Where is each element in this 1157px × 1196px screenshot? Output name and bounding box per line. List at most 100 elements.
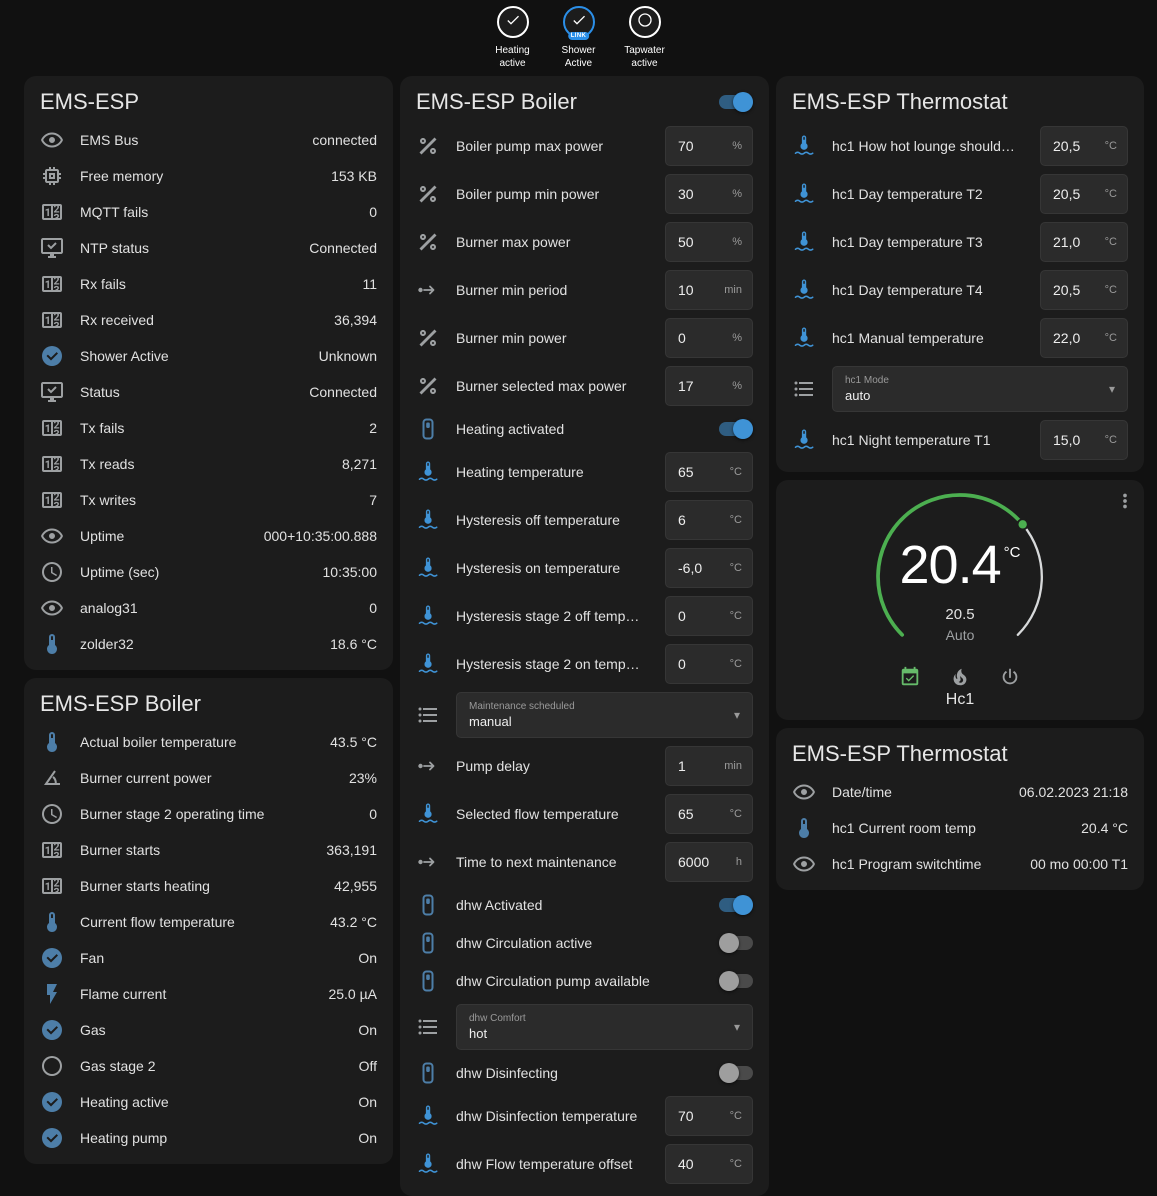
entity-row[interactable]: Rx fails11: [24, 266, 393, 302]
select-value: manual: [469, 714, 575, 729]
entity-row[interactable]: Uptime (sec)10:35:00: [24, 554, 393, 590]
number-input[interactable]: 40°C: [665, 1144, 753, 1184]
chevron-down-icon: ▾: [734, 708, 740, 722]
entity-row[interactable]: NTP statusConnected: [24, 230, 393, 266]
entity-row[interactable]: Burner starts heating42,955: [24, 868, 393, 904]
number-input[interactable]: 65°C: [665, 794, 753, 834]
calendar-check-icon[interactable]: [899, 666, 921, 688]
select-input[interactable]: Maintenance scheduledmanual▾: [456, 692, 753, 738]
entity-row[interactable]: zolder3218.6 °C: [24, 626, 393, 662]
entity-row[interactable]: hc1 Program switchtime00 mo 00:00 T1: [776, 846, 1144, 882]
fire-icon[interactable]: [949, 666, 971, 688]
number-input[interactable]: 65°C: [665, 452, 753, 492]
entity-row[interactable]: Gas stage 2Off: [24, 1048, 393, 1084]
number-input[interactable]: 22,0°C: [1040, 318, 1128, 358]
entity-label: Boiler pump max power: [456, 138, 655, 154]
entity-toggle[interactable]: [719, 422, 753, 436]
badge-row: HeatingactiveLINKShowerActive Tapwateract…: [0, 6, 1157, 70]
card: EMS-ESP BoilerActual boiler temperature4…: [24, 678, 393, 1164]
entity-row[interactable]: EMS Busconnected: [24, 122, 393, 158]
card: EMS-ESP EMS BusconnectedFree memory153 KB…: [24, 76, 393, 670]
entity-row[interactable]: Free memory153 KB: [24, 158, 393, 194]
number-input[interactable]: 20,5°C: [1040, 174, 1128, 214]
number-input[interactable]: 0°C: [665, 644, 753, 684]
badge-shower-active[interactable]: LINKShowerActive: [550, 6, 608, 70]
water-thermometer-icon: [792, 278, 816, 302]
number-value: 10: [678, 282, 694, 298]
entity-value: Connected: [309, 384, 377, 400]
entity-toggle[interactable]: [719, 936, 753, 950]
number-input[interactable]: 70%: [665, 126, 753, 166]
number-input[interactable]: 17%: [665, 366, 753, 406]
entity-row[interactable]: Burner current power23%: [24, 760, 393, 796]
number-input[interactable]: 6000h: [665, 842, 753, 882]
number-input[interactable]: 1min: [665, 746, 753, 786]
number-input[interactable]: 20,5°C: [1040, 270, 1128, 310]
entity-row[interactable]: Flame current25.0 µA: [24, 976, 393, 1012]
badge-heating-active[interactable]: Heatingactive: [484, 6, 542, 70]
entity-row[interactable]: hc1 Current room temp20.4 °C: [776, 810, 1144, 846]
entity-row[interactable]: Uptime000+10:35:00.888: [24, 518, 393, 554]
entity-label: Hysteresis on temperature: [456, 560, 655, 576]
select-input[interactable]: dhw Comforthot▾: [456, 1004, 753, 1050]
entity-row[interactable]: Rx received36,394: [24, 302, 393, 338]
number-input[interactable]: 20,5°C: [1040, 126, 1128, 166]
entity-toggle[interactable]: [719, 1066, 753, 1080]
number-input[interactable]: 0%: [665, 318, 753, 358]
badge-label: Tapwateractive: [624, 45, 665, 70]
number-input[interactable]: 30%: [665, 174, 753, 214]
thermostat-name: Hc1: [776, 691, 1144, 709]
number-input[interactable]: 50%: [665, 222, 753, 262]
number-unit: °C: [1105, 284, 1117, 296]
entity-row[interactable]: Tx fails2: [24, 410, 393, 446]
entity-row[interactable]: Date/time06.02.2023 21:18: [776, 774, 1144, 810]
list-icon: [416, 1015, 440, 1039]
entity-label: Tx writes: [80, 492, 359, 508]
entity-row[interactable]: Tx writes7: [24, 482, 393, 518]
entity-row[interactable]: Tx reads8,271: [24, 446, 393, 482]
card-title: EMS-ESP: [40, 89, 139, 115]
entity-row[interactable]: Current flow temperature43.2 °C: [24, 904, 393, 940]
entity-row: Hysteresis off temperature6°C: [400, 496, 769, 544]
counter-icon: [40, 200, 64, 224]
entity-row[interactable]: Heating activeOn: [24, 1084, 393, 1120]
number-input[interactable]: 15,0°C: [1040, 420, 1128, 460]
entity-row: Burner max power50%: [400, 218, 769, 266]
entity-row[interactable]: FanOn: [24, 940, 393, 976]
number-input[interactable]: 21,0°C: [1040, 222, 1128, 262]
entity-row[interactable]: MQTT fails0: [24, 194, 393, 230]
entity-toggle[interactable]: [719, 898, 753, 912]
entity-row[interactable]: Heating pumpOn: [24, 1120, 393, 1156]
number-input[interactable]: 70°C: [665, 1096, 753, 1136]
card-header-toggle[interactable]: [719, 95, 753, 109]
power-icon[interactable]: [999, 666, 1021, 688]
entity-label: Tx fails: [80, 420, 359, 436]
entity-row[interactable]: Burner stage 2 operating time0: [24, 796, 393, 832]
entity-value: 10:35:00: [323, 564, 378, 580]
number-input[interactable]: 6°C: [665, 500, 753, 540]
badge-tapwater-active[interactable]: Tapwateractive: [616, 6, 674, 70]
entity-row[interactable]: GasOn: [24, 1012, 393, 1048]
entity-toggle[interactable]: [719, 974, 753, 988]
number-input[interactable]: 10min: [665, 270, 753, 310]
entity-row[interactable]: Burner starts363,191: [24, 832, 393, 868]
number-input[interactable]: -6,0°C: [665, 548, 753, 588]
entity-row[interactable]: Actual boiler temperature43.5 °C: [24, 724, 393, 760]
number-input[interactable]: 0°C: [665, 596, 753, 636]
number-unit: %: [732, 332, 742, 344]
water-thermometer-icon: [416, 1104, 440, 1128]
entity-row: Burner selected max power17%: [400, 362, 769, 410]
entity-row[interactable]: Shower ActiveUnknown: [24, 338, 393, 374]
column-2: EMS-ESP BoilerBoiler pump max power70%Bo…: [400, 76, 769, 1196]
card-header: EMS-ESP Boiler: [400, 76, 769, 122]
menu-dots-icon[interactable]: [1114, 490, 1136, 512]
entity-row[interactable]: analog310: [24, 590, 393, 626]
entity-label: Selected flow temperature: [456, 806, 655, 822]
card: EMS-ESP ThermostatDate/time06.02.2023 21…: [776, 728, 1144, 890]
entity-row: hc1 Manual temperature22,0°C: [776, 314, 1144, 362]
entity-label: Actual boiler temperature: [80, 734, 320, 750]
entity-row[interactable]: StatusConnected: [24, 374, 393, 410]
entity-value: 06.02.2023 21:18: [1019, 784, 1128, 800]
select-input[interactable]: hc1 Modeauto▾: [832, 366, 1128, 412]
monitor-check-icon: [40, 380, 64, 404]
